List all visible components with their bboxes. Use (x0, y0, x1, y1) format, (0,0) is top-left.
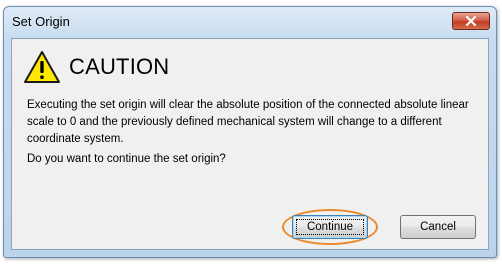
close-button[interactable] (452, 12, 490, 30)
cancel-button-label: Cancel (420, 221, 456, 233)
continue-button-label: Continue (306, 221, 354, 233)
caution-heading: CAUTION (69, 54, 170, 79)
confirmation-question: Do you want to continue the set origin? (27, 153, 226, 165)
continue-button[interactable]: Continue (292, 215, 368, 239)
dialog-body: CAUTION Executing the set origin will cl… (11, 38, 489, 250)
set-origin-dialog: Set Origin CAUTION Executing the set ori… (3, 6, 497, 258)
warning-message: Executing the set origin will clear the … (27, 99, 469, 145)
caution-header: CAUTION (23, 49, 169, 85)
window-title: Set Origin (12, 14, 70, 29)
warning-triangle-icon (24, 51, 60, 83)
cancel-button[interactable]: Cancel (400, 215, 476, 239)
close-icon (465, 16, 477, 26)
